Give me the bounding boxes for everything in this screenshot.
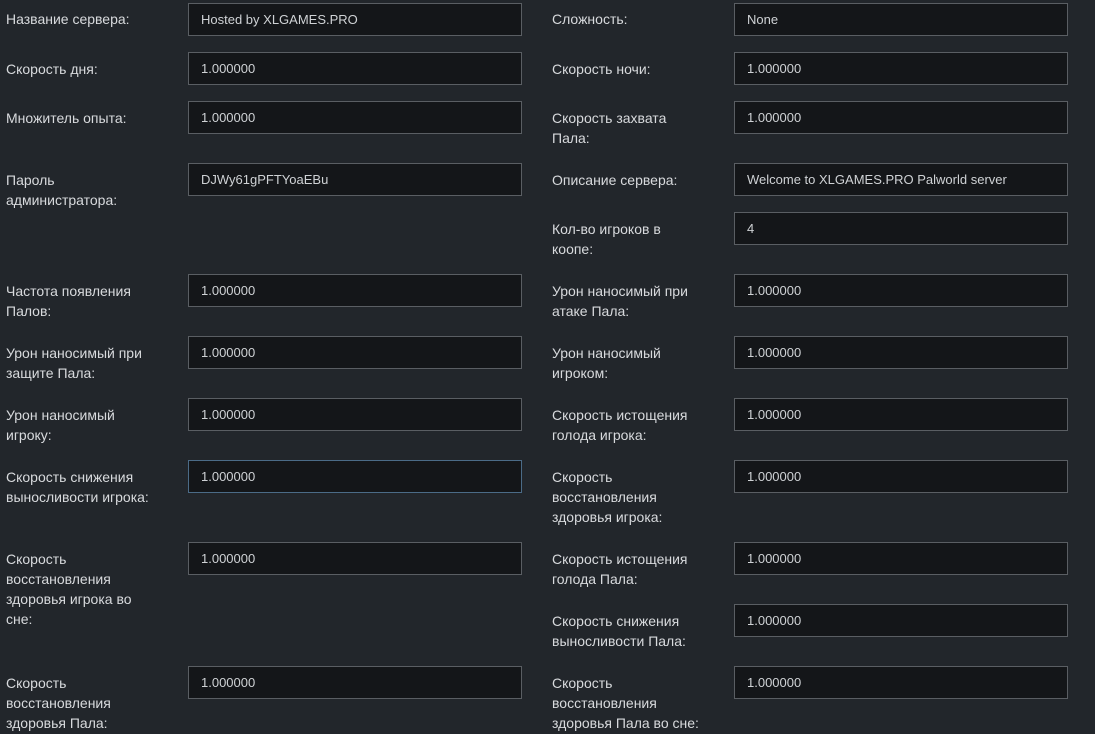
player-hp-regen-input[interactable] xyxy=(734,460,1068,493)
pal-defense-damage-label: Урон наносимый при защите Пала: xyxy=(6,345,142,381)
pal-attack-damage-label: Урон наносимый при атаке Пала: xyxy=(552,283,688,319)
player-stamina-decrease-input[interactable] xyxy=(188,460,522,493)
server-name-input[interactable] xyxy=(188,3,522,36)
night-speed-label: Скорость ночи: xyxy=(552,61,651,77)
pal-sleep-hp-regen-label: Скорость восстановления здоровья Пала во… xyxy=(552,675,699,731)
player-hp-regen-label: Скорость восстановления здоровья игрока: xyxy=(552,469,663,525)
pal-spawn-rate-input[interactable] xyxy=(188,274,522,307)
server-description-input[interactable] xyxy=(734,163,1068,196)
pal-capture-rate-label: Скорость захвата Пала: xyxy=(552,110,667,146)
pal-hunger-rate-input[interactable] xyxy=(734,542,1068,575)
player-hunger-rate-input[interactable] xyxy=(734,398,1068,431)
difficulty-label: Сложность: xyxy=(552,11,628,27)
player-sleep-hp-regen-input[interactable] xyxy=(188,542,522,575)
pal-sleep-hp-regen-input[interactable] xyxy=(734,666,1068,699)
player-hunger-rate-label: Скорость истощения голода игрока: xyxy=(552,407,688,443)
admin-password-input[interactable] xyxy=(188,163,522,196)
server-description-label: Описание сервера: xyxy=(552,172,678,188)
server-name-label: Название сервера: xyxy=(6,11,130,27)
pal-spawn-rate-label: Частота появления Палов: xyxy=(6,283,131,319)
player-damage-label: Урон наносимый игроком: xyxy=(552,345,661,381)
difficulty-input[interactable] xyxy=(734,3,1068,36)
damage-to-player-label: Урон наносимый игроку: xyxy=(6,407,115,443)
pal-hp-regen-label: Скорость восстановления здоровья Пала: xyxy=(6,675,111,731)
day-speed-input[interactable] xyxy=(188,52,522,85)
day-speed-label: Скорость дня: xyxy=(6,61,98,77)
coop-players-label: Кол-во игроков в коопе: xyxy=(552,221,661,257)
pal-attack-damage-input[interactable] xyxy=(734,274,1068,307)
night-speed-input[interactable] xyxy=(734,52,1068,85)
player-stamina-decrease-label: Скорость снижения выносливости игрока: xyxy=(6,469,149,505)
damage-to-player-input[interactable] xyxy=(188,398,522,431)
pal-stamina-decrease-input[interactable] xyxy=(734,604,1068,637)
exp-rate-label: Множитель опыта: xyxy=(6,110,127,126)
pal-hunger-rate-label: Скорость истощения голода Пала: xyxy=(552,551,688,587)
pal-defense-damage-input[interactable] xyxy=(188,336,522,369)
exp-rate-input[interactable] xyxy=(188,101,522,134)
admin-password-label: Пароль администратора: xyxy=(6,172,118,208)
player-damage-input[interactable] xyxy=(734,336,1068,369)
coop-players-input[interactable] xyxy=(734,212,1068,245)
pal-hp-regen-input[interactable] xyxy=(188,666,522,699)
pal-capture-rate-input[interactable] xyxy=(734,101,1068,134)
pal-stamina-decrease-label: Скорость снижения выносливости Пала: xyxy=(552,613,686,649)
player-sleep-hp-regen-label: Скорость восстановления здоровья игрока … xyxy=(6,551,132,627)
